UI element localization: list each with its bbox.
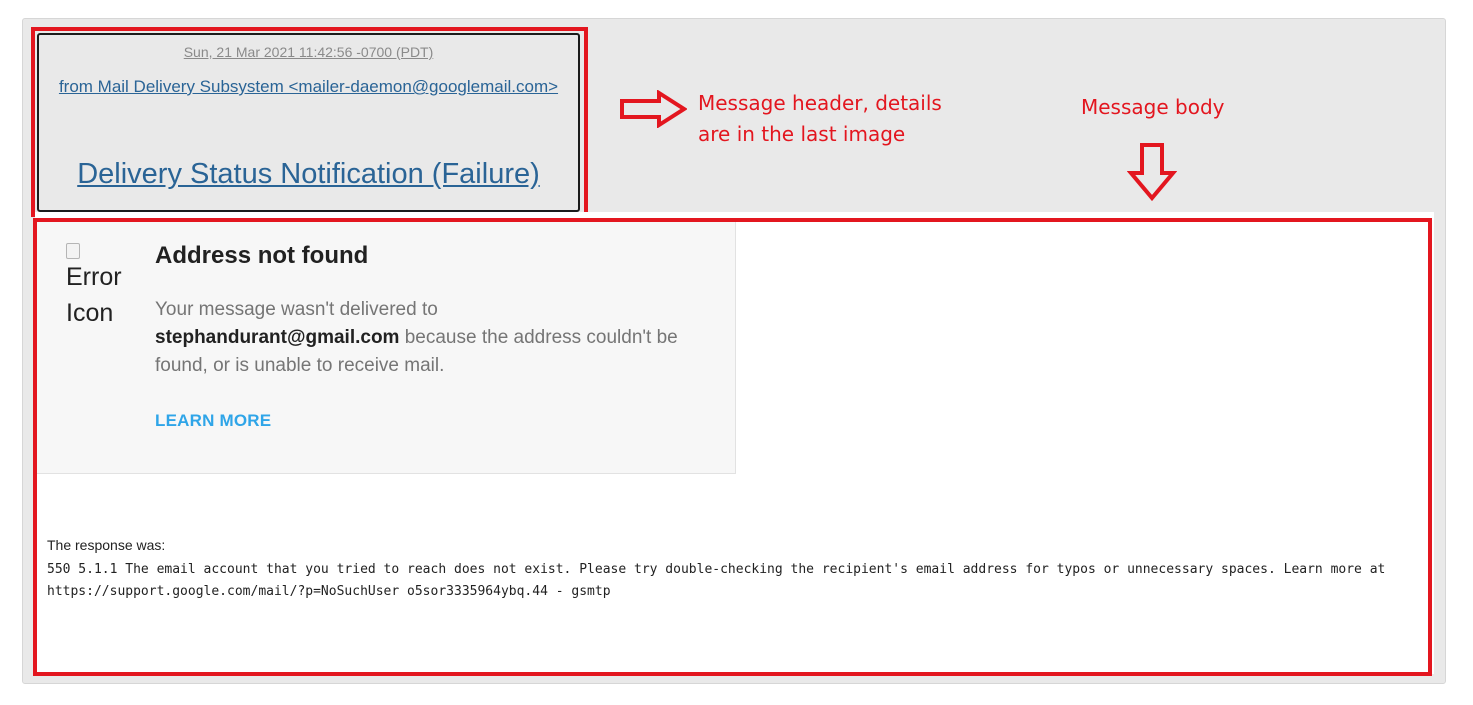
header-annotation-line2: are in the last image	[698, 122, 906, 146]
header-annotation-line1: Message header, details	[698, 91, 942, 115]
header-annotation: Message header, details are in the last …	[698, 88, 998, 150]
body-annotation: Message body	[1081, 95, 1225, 119]
down-arrow-icon	[1127, 143, 1177, 202]
body-highlight-box	[33, 218, 1432, 676]
message-date[interactable]: Sun, 21 Mar 2021 11:42:56 -0700 (PDT)	[39, 44, 578, 60]
right-arrow-icon	[620, 90, 687, 128]
message-sender[interactable]: from Mail Delivery Subsystem <mailer-dae…	[39, 77, 578, 97]
message-subject[interactable]: Delivery Status Notification (Failure)	[39, 158, 578, 191]
message-header: Sun, 21 Mar 2021 11:42:56 -0700 (PDT) fr…	[37, 33, 580, 212]
